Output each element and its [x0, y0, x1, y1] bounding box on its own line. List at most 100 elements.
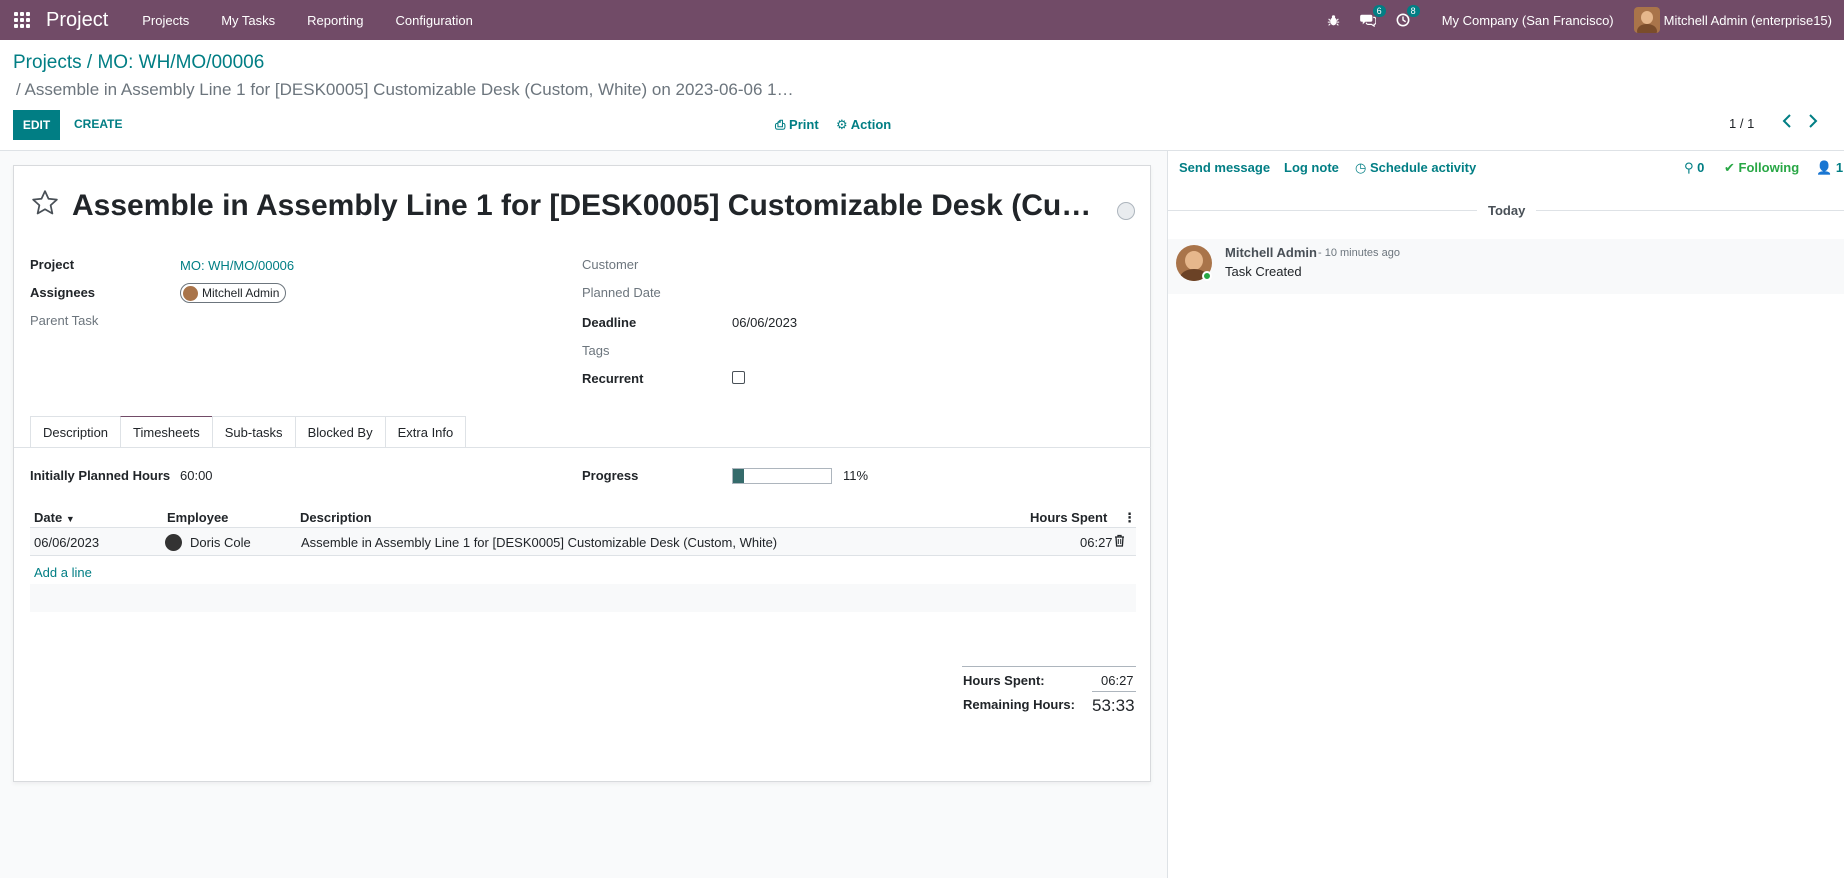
row-description: Assemble in Assembly Line 1 for [DESK000…: [301, 535, 778, 550]
create-button[interactable]: CREATE: [74, 117, 122, 131]
pager-previous-icon[interactable]: [1782, 114, 1792, 133]
message-date: - 10 minutes ago: [1318, 247, 1400, 259]
progress-bar: [732, 468, 832, 484]
log-note-button[interactable]: Log note: [1284, 160, 1339, 175]
task-title[interactable]: Assemble in Assembly Line 1 for [DESK000…: [72, 189, 1102, 223]
following-label: Following: [1738, 160, 1800, 175]
empty-table-row: [30, 584, 1136, 612]
breadcrumb-mo[interactable]: MO: WH/MO/00006: [97, 52, 264, 73]
clock-icon: ◷: [1355, 160, 1367, 175]
optional-columns-icon[interactable]: ⋮: [1123, 510, 1136, 526]
messages-icon[interactable]: 6: [1350, 0, 1386, 40]
followers-count: 1: [1835, 160, 1844, 175]
row-hours: 06:27: [1080, 535, 1113, 550]
breadcrumb-projects[interactable]: Projects: [13, 52, 82, 73]
chatter-panel: Send message Log note ◷ Schedule activit…: [1167, 151, 1844, 878]
send-message-button[interactable]: Send message: [1179, 160, 1270, 175]
attachments-button[interactable]: ⚲ 0: [1684, 160, 1704, 176]
timesheet-table-header: Date ▼ Employee Description Hours Spent …: [30, 506, 1136, 528]
row-employee: Doris Cole: [190, 535, 251, 550]
tab-extra-info[interactable]: Extra Info: [384, 416, 467, 448]
table-row[interactable]: 06/06/2023 Doris Cole Assemble in Assemb…: [30, 528, 1136, 556]
activities-clock-icon[interactable]: 8: [1386, 0, 1420, 40]
paperclip-icon: ⚲: [1684, 160, 1694, 175]
tab-blocked-by[interactable]: Blocked By: [294, 416, 385, 448]
online-status-icon: [1202, 271, 1212, 281]
assignee-avatar: [183, 285, 198, 301]
deadline-field[interactable]: 06/06/2023: [732, 315, 797, 330]
app-brand[interactable]: Project: [46, 9, 108, 32]
attachments-count: 0: [1697, 160, 1705, 175]
breadcrumb-current: / Assemble in Assembly Line 1 for [DESK0…: [16, 80, 794, 99]
hours-spent-total: 06:27: [1101, 673, 1134, 688]
column-hours-spent[interactable]: Hours Spent: [1030, 510, 1107, 525]
kanban-state-indicator[interactable]: [1117, 202, 1135, 220]
user-menu[interactable]: Mitchell Admin (enterprise15): [1633, 7, 1844, 33]
breadcrumb: Projects / MO: WH/MO/00006: [13, 52, 264, 74]
column-date-label: Date: [34, 510, 63, 525]
project-label: Project: [30, 257, 75, 272]
sort-caret-icon: ▼: [65, 514, 75, 524]
gear-icon: ⚙: [836, 117, 848, 132]
planned-date-label: Planned Date: [582, 285, 661, 300]
project-field[interactable]: MO: WH/MO/00006: [180, 258, 294, 273]
recurrent-label: Recurrent: [582, 371, 644, 386]
action-button[interactable]: ⚙ Action: [836, 117, 891, 133]
column-employee[interactable]: Employee: [167, 510, 228, 525]
assignee-tag[interactable]: Mitchell Admin: [180, 283, 287, 303]
pager-next-icon[interactable]: [1808, 114, 1818, 133]
print-icon: ⎙: [775, 117, 786, 132]
planned-hours-label: Initially Planned Hours: [30, 468, 171, 483]
column-date[interactable]: Date ▼: [34, 510, 75, 525]
favorite-star-icon[interactable]: [30, 188, 60, 221]
separator-today: Today: [1488, 203, 1526, 218]
menu-configuration[interactable]: Configuration: [380, 13, 489, 28]
assignee-name: Mitchell Admin: [202, 286, 280, 300]
date-separator: Today: [1168, 203, 1844, 218]
followers-button[interactable]: 👤 1: [1816, 160, 1843, 176]
breadcrumb-separator: /: [86, 52, 93, 73]
menu-projects[interactable]: Projects: [126, 13, 205, 28]
column-description[interactable]: Description: [300, 510, 372, 525]
remaining-hours-label: Remaining Hours:: [963, 697, 1075, 712]
company-switcher[interactable]: My Company (San Francisco): [1420, 13, 1634, 28]
remaining-hours: 53:33: [1092, 696, 1135, 715]
row-date: 06/06/2023: [34, 535, 100, 550]
employee-avatar: [165, 534, 182, 551]
following-button[interactable]: ✔ Following: [1724, 160, 1799, 176]
messages-badge: 6: [1372, 5, 1386, 17]
separator-line-right: [1536, 210, 1844, 211]
user-icon: 👤: [1816, 160, 1833, 175]
user-avatar: [1633, 7, 1660, 33]
parent-task-label: Parent Task: [30, 313, 99, 328]
add-line-link[interactable]: Add a line: [34, 565, 92, 580]
recurrent-checkbox[interactable]: [732, 371, 745, 384]
notebook-tabs: Description Timesheets Sub-tasks Blocked…: [30, 416, 467, 448]
remaining-divider: [1092, 691, 1136, 692]
edit-button[interactable]: EDIT: [13, 110, 60, 140]
customer-label: Customer: [582, 257, 639, 272]
menu-reporting[interactable]: Reporting: [291, 13, 379, 28]
totals-divider: [962, 666, 1136, 667]
menu-my-tasks[interactable]: My Tasks: [205, 13, 291, 28]
chatter-message: Mitchell Admin - 10 minutes ago Task Cre…: [1168, 239, 1844, 294]
trash-icon[interactable]: [1114, 534, 1125, 550]
user-name: Mitchell Admin (enterprise15): [1663, 12, 1832, 28]
apps-menu-icon[interactable]: [2, 0, 42, 40]
progress-label: Progress: [582, 468, 639, 483]
message-body: Task Created: [1225, 264, 1302, 279]
top-navbar: Project Projects My Tasks Reporting Conf…: [0, 0, 1844, 40]
tab-timesheets[interactable]: Timesheets: [120, 416, 212, 448]
print-button[interactable]: ⎙ Print: [775, 117, 819, 133]
tab-description[interactable]: Description: [30, 416, 121, 448]
tags-label: Tags: [582, 343, 610, 358]
debug-bug-icon[interactable]: [1317, 0, 1350, 40]
schedule-activity-button[interactable]: ◷ Schedule activity: [1355, 160, 1476, 176]
pager-value[interactable]: 1 / 1: [1729, 116, 1754, 131]
progress-fill: [733, 469, 744, 483]
separator-line-left: [1168, 210, 1477, 211]
tab-sub-tasks[interactable]: Sub-tasks: [211, 416, 295, 448]
message-author[interactable]: Mitchell Admin: [1225, 245, 1317, 260]
planned-hours-field[interactable]: 60:00: [180, 468, 213, 483]
schedule-activity-label: Schedule activity: [1369, 160, 1477, 175]
